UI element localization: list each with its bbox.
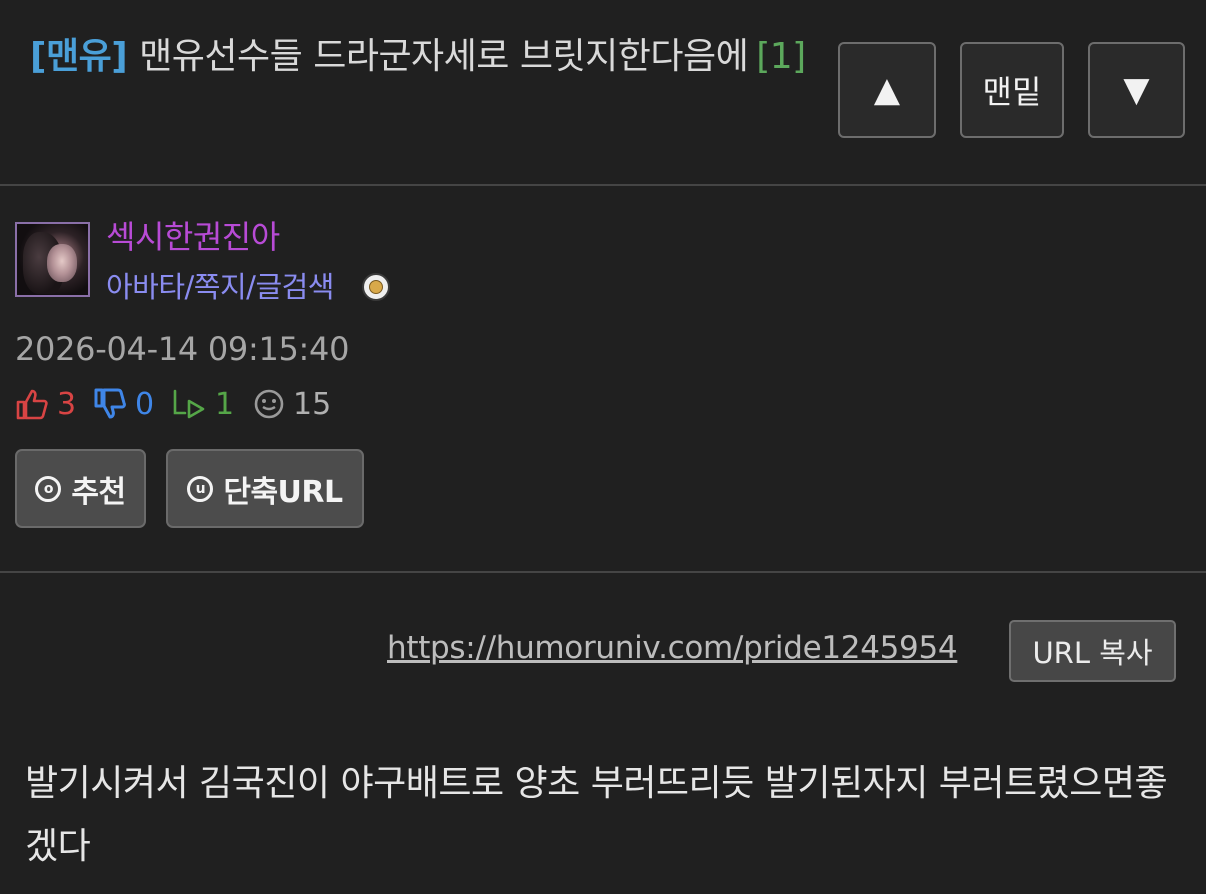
- down-arrow-icon: ▼: [1123, 70, 1150, 110]
- dislike-count: 0: [93, 384, 154, 424]
- like-count-value: 3: [57, 386, 77, 422]
- thumbs-down-icon: [94, 388, 126, 419]
- recommend-label: 추천: [71, 474, 126, 510]
- smiley-face-icon: [254, 389, 284, 419]
- reply-count-value: 1: [215, 386, 235, 422]
- author-nickname[interactable]: 섹시한권진아: [106, 212, 280, 258]
- meta-divider: [0, 571, 1206, 573]
- reply-count: 1: [171, 384, 234, 424]
- copy-url-label: URL 복사: [1032, 636, 1153, 670]
- thumbs-up-icon: [16, 389, 48, 420]
- post-url-link[interactable]: https://humoruniv.com/pride1245954: [387, 630, 958, 666]
- header-divider: [0, 184, 1206, 186]
- view-count-value: 15: [293, 386, 332, 422]
- avatar[interactable]: [15, 222, 90, 297]
- short-url-button[interactable]: u 단축URL: [166, 449, 364, 528]
- post-page: [맨유] 맨유선수들 드라군자세로 브릿지한다음에 [1] ▲ 맨밑 ▼ 섹시한권진…: [0, 0, 1206, 894]
- up-arrow-icon: ▲: [873, 70, 901, 110]
- post-title: [맨유] 맨유선수들 드라군자세로 브릿지한다음에 [1]: [30, 30, 820, 84]
- scroll-down-button[interactable]: ▼: [1088, 42, 1185, 138]
- member-badge-icon: [362, 273, 390, 301]
- go-bottom-label: 맨밑: [982, 73, 1042, 111]
- scroll-up-button[interactable]: ▲: [838, 42, 936, 138]
- like-count: 3: [15, 384, 76, 424]
- view-count: 15: [253, 384, 331, 424]
- short-url-icon: u: [187, 475, 214, 502]
- dislike-count-value: 0: [135, 386, 155, 422]
- comment-count[interactable]: [1]: [756, 36, 806, 77]
- post-datetime: 2026-04-14 09:15:40: [15, 330, 350, 368]
- title-text: 맨유선수들 드라군자세로 브릿지한다음에: [139, 36, 749, 77]
- recommend-icon: o: [35, 475, 62, 502]
- post-body: 발기시켜서 김국진이 야구배트로 양초 부러뜨리듯 발기된자지 부러트렸으면좋겠…: [25, 763, 1168, 867]
- short-url-label: 단축URL: [223, 474, 343, 510]
- go-bottom-button[interactable]: 맨밑: [960, 42, 1064, 138]
- copy-url-button[interactable]: URL 복사: [1009, 620, 1176, 682]
- author-links[interactable]: 아바타/쪽지/글검색: [106, 264, 334, 306]
- category-tag[interactable]: [맨유]: [30, 36, 128, 77]
- recommend-button[interactable]: o 추천: [15, 449, 146, 528]
- reply-arrow-icon: [173, 389, 205, 419]
